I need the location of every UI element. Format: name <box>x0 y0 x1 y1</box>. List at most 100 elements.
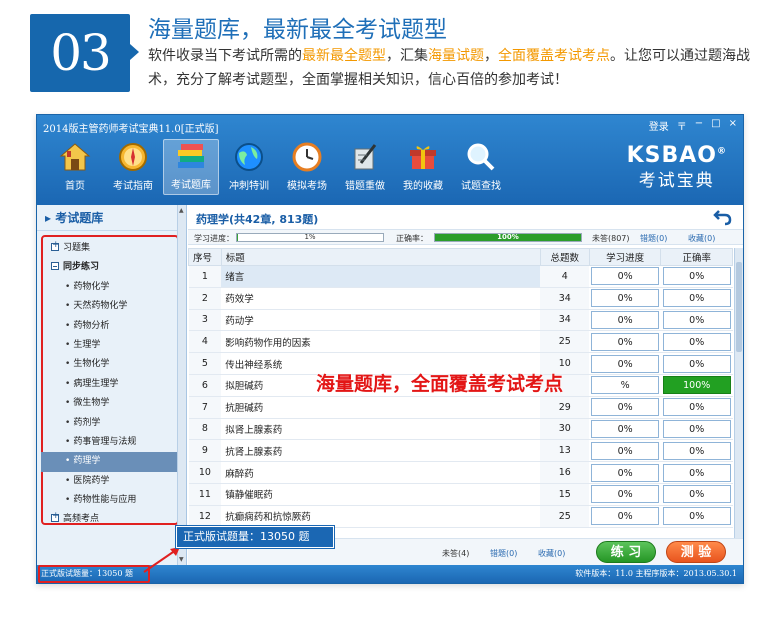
compass-icon <box>119 143 147 171</box>
chapter-wrong-link[interactable]: 错题(0) <box>490 548 517 559</box>
table-row[interactable]: 4 影响药物作用的因素 25 0% 0% <box>188 330 733 354</box>
tree-node-sync-practice[interactable]: 同步练习 <box>43 258 177 277</box>
wrong-questions-link[interactable]: 错题(0) <box>640 233 667 244</box>
table-row[interactable]: 11 镇静催眠药 15 0% 0% <box>188 483 733 506</box>
row-title[interactable]: 绪言 <box>221 265 541 288</box>
column-header-progress[interactable]: 学习进度 <box>588 248 662 266</box>
row-accuracy: 0% <box>662 485 731 504</box>
app-header: 2014版主管药师考试宝典11.0[正式版] 登录 〒 − □ × 首页 考试指… <box>37 115 743 205</box>
study-progress-bar: 1% <box>236 233 384 242</box>
toolbar-sprint-training[interactable]: 冲刺特训 <box>221 139 277 195</box>
table-row[interactable]: 10 麻醉药 16 0% 0% <box>188 461 733 484</box>
row-index: 9 <box>188 439 222 463</box>
sidebar-scrollbar[interactable] <box>177 205 186 565</box>
row-accuracy: 0% <box>662 398 731 417</box>
tree-leaf-selected[interactable]: 药理学 <box>41 452 179 472</box>
row-index: 6 <box>188 374 222 397</box>
minimize-button[interactable]: − <box>695 118 703 133</box>
tree-node-exercise-set[interactable]: 习题集 <box>43 236 177 258</box>
tree-leaf[interactable]: 药物化学 <box>43 278 177 297</box>
back-icon[interactable] <box>713 207 733 227</box>
close-button[interactable]: × <box>729 118 737 133</box>
row-total: 16 <box>540 461 590 484</box>
tree-leaf[interactable]: 生物化学 <box>43 355 177 374</box>
row-progress: 0% <box>591 332 659 351</box>
column-header-index[interactable]: 序号 <box>188 248 222 266</box>
progress-summary: 学习进度： 1% 正确率： 100% 未答(807) 错题(0) 收藏(0) <box>188 229 743 245</box>
chapter-favorites-link[interactable]: 收藏(0) <box>538 548 565 559</box>
badge-arrow-icon <box>130 44 139 60</box>
tree-leaf[interactable]: 药物性能与应用 <box>43 491 177 510</box>
tree-leaf[interactable]: 天然药物化学 <box>43 297 177 316</box>
table-row[interactable]: 1 绪言 4 0% 0% <box>188 265 733 288</box>
row-accuracy: 0% <box>662 289 731 308</box>
sidebar: ▸ 考试题库 习题集 同步练习 药物化学 天然药物化学 药物分析 生理学 生物化… <box>37 205 187 565</box>
tree-leaf[interactable]: 病理生理学 <box>43 375 177 394</box>
row-progress: % <box>591 376 659 395</box>
table-row[interactable]: 3 药动学 34 0% 0% <box>188 309 733 332</box>
toolbar-home[interactable]: 首页 <box>47 139 103 195</box>
login-button[interactable]: 登录 <box>649 118 669 133</box>
table-row[interactable]: 8 拟肾上腺素药 30 0% 0% <box>188 418 733 441</box>
toolbar-label: 模拟考场 <box>287 181 327 192</box>
row-title[interactable]: 抗癫痫药和抗惊厥药 <box>221 505 541 528</box>
window-controls: 登录 〒 − □ × <box>649 118 737 133</box>
row-progress: 0% <box>591 310 659 329</box>
expand-icon[interactable] <box>51 507 60 527</box>
chapter-tree: 习题集 同步练习 药物化学 天然药物化学 药物分析 生理学 生物化学 病理生理学… <box>41 235 179 527</box>
toolbar-favorites[interactable]: 我的收藏 <box>395 139 451 195</box>
toolbar-label: 冲刺特训 <box>229 181 269 192</box>
accuracy-bar: 100% <box>434 233 582 242</box>
maximize-button[interactable]: □ <box>711 118 720 133</box>
row-progress: 0% <box>591 485 659 504</box>
row-total: 15 <box>540 483 590 506</box>
row-accuracy: 0% <box>662 507 731 526</box>
toolbar-redo-wrong[interactable]: 错题重做 <box>337 139 393 195</box>
collapse-icon[interactable] <box>51 262 59 271</box>
row-title[interactable]: 药效学 <box>221 287 541 310</box>
tree-leaf[interactable]: 药剂学 <box>43 414 177 433</box>
table-scrollbar[interactable] <box>734 248 743 538</box>
main-panel: 药理学(共42章, 813题) 学习进度： 1% 正确率： 100% 未答(80… <box>188 205 743 565</box>
column-header-accuracy[interactable]: 正确率 <box>660 248 733 266</box>
tree-leaf[interactable]: 生理学 <box>43 336 177 355</box>
test-button[interactable]: 测 验 <box>666 541 726 563</box>
tree-leaf[interactable]: 药物分析 <box>43 317 177 336</box>
row-title[interactable]: 药动学 <box>221 309 541 332</box>
favorites-link[interactable]: 收藏(0) <box>688 233 715 244</box>
toolbar-mock-exam[interactable]: 模拟考场 <box>279 139 335 195</box>
tree-node-high-frequency[interactable]: 高频考点 <box>43 507 177 529</box>
column-header-title[interactable]: 标题 <box>220 248 541 266</box>
gift-icon <box>410 146 436 169</box>
tree-leaf[interactable]: 微生物学 <box>43 394 177 413</box>
row-title[interactable]: 抗肾上腺素药 <box>221 439 541 463</box>
tree-leaf[interactable]: 药事管理与法规 <box>43 433 177 452</box>
expand-icon[interactable] <box>51 236 60 255</box>
tree-leaf[interactable]: 医院药学 <box>43 472 177 491</box>
row-title[interactable]: 拟肾上腺素药 <box>221 418 541 441</box>
section-number: 03 <box>50 24 112 82</box>
row-total: 4 <box>540 265 590 288</box>
table-row[interactable]: 12 抗癫痫药和抗惊厥药 25 0% 0% <box>188 505 733 528</box>
row-total: 34 <box>540 309 590 332</box>
table-row[interactable]: 2 药效学 34 0% 0% <box>188 287 733 310</box>
row-total: 29 <box>540 396 590 419</box>
toolbar-search[interactable]: 试题查找 <box>453 139 509 195</box>
column-header-total[interactable]: 总题数 <box>539 248 590 266</box>
row-title[interactable]: 麻醉药 <box>221 461 541 484</box>
table-row[interactable]: 9 抗肾上腺素药 13 0% 0% <box>188 439 733 463</box>
row-index: 1 <box>188 265 222 288</box>
row-title[interactable]: 镇静催眠药 <box>221 483 541 506</box>
toolbar-question-bank[interactable]: 考试题库 <box>163 139 219 195</box>
subject-title: 药理学(共42章, 813题) <box>196 213 319 226</box>
table-row[interactable]: 7 抗胆碱药 29 0% 0% <box>188 396 733 419</box>
practice-button[interactable]: 练 习 <box>596 541 656 563</box>
row-index: 11 <box>188 483 222 506</box>
row-title[interactable]: 抗胆碱药 <box>221 396 541 419</box>
row-title[interactable]: 影响药物作用的因素 <box>221 330 541 354</box>
clock-icon <box>292 142 322 172</box>
menu-button[interactable]: 〒 <box>677 118 687 133</box>
scrollbar-thumb[interactable] <box>736 262 742 352</box>
row-index: 12 <box>188 505 222 528</box>
toolbar-exam-guide[interactable]: 考试指南 <box>105 139 161 195</box>
